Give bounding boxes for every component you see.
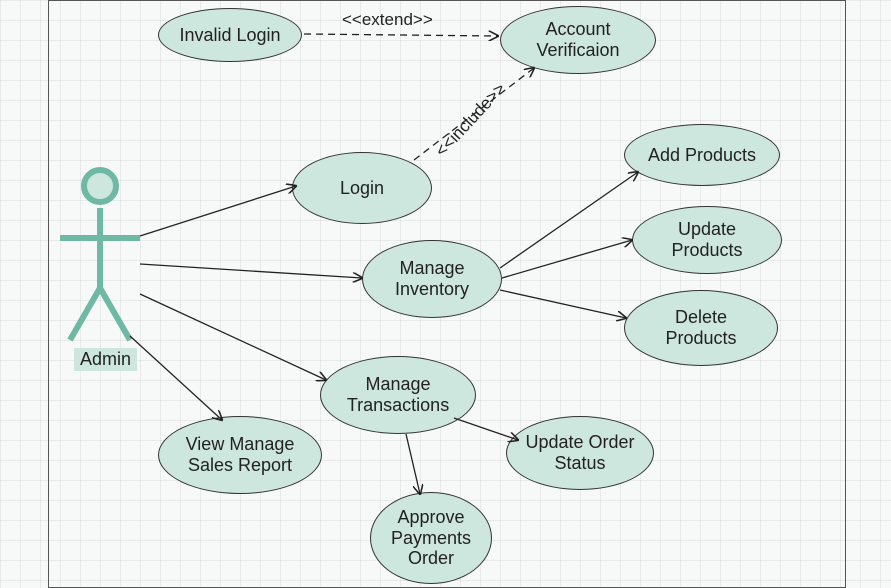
usecase-view-sales-report: View Manage Sales Report bbox=[158, 416, 322, 494]
usecase-manage-inventory: Manage Inventory bbox=[362, 240, 502, 318]
label: Account Verificaion bbox=[536, 19, 619, 60]
usecase-manage-transactions: Manage Transactions bbox=[320, 356, 476, 434]
usecase-account-verification: Account Verificaion bbox=[500, 6, 656, 74]
label: Update Order Status bbox=[525, 432, 634, 473]
usecase-update-order-status: Update Order Status bbox=[506, 416, 654, 490]
usecase-approve-payments: Approve Payments Order bbox=[370, 492, 492, 584]
label: View Manage Sales Report bbox=[186, 434, 295, 475]
usecase-delete-products: Delete Products bbox=[624, 290, 778, 366]
label: Manage Transactions bbox=[347, 374, 449, 415]
label: Login bbox=[340, 178, 384, 199]
usecase-add-products: Add Products bbox=[624, 124, 780, 186]
actor-label: Admin bbox=[74, 348, 137, 371]
usecase-update-products: Update Products bbox=[632, 206, 782, 274]
usecase-login: Login bbox=[292, 152, 432, 224]
label: Update Products bbox=[671, 219, 742, 260]
label: Approve Payments Order bbox=[391, 507, 471, 569]
label: Manage Inventory bbox=[395, 258, 469, 299]
label: Invalid Login bbox=[179, 25, 280, 46]
extend-label: <<extend>> bbox=[342, 10, 433, 30]
label: Add Products bbox=[648, 145, 756, 166]
label: Delete Products bbox=[665, 307, 736, 348]
usecase-invalid-login: Invalid Login bbox=[158, 8, 302, 62]
